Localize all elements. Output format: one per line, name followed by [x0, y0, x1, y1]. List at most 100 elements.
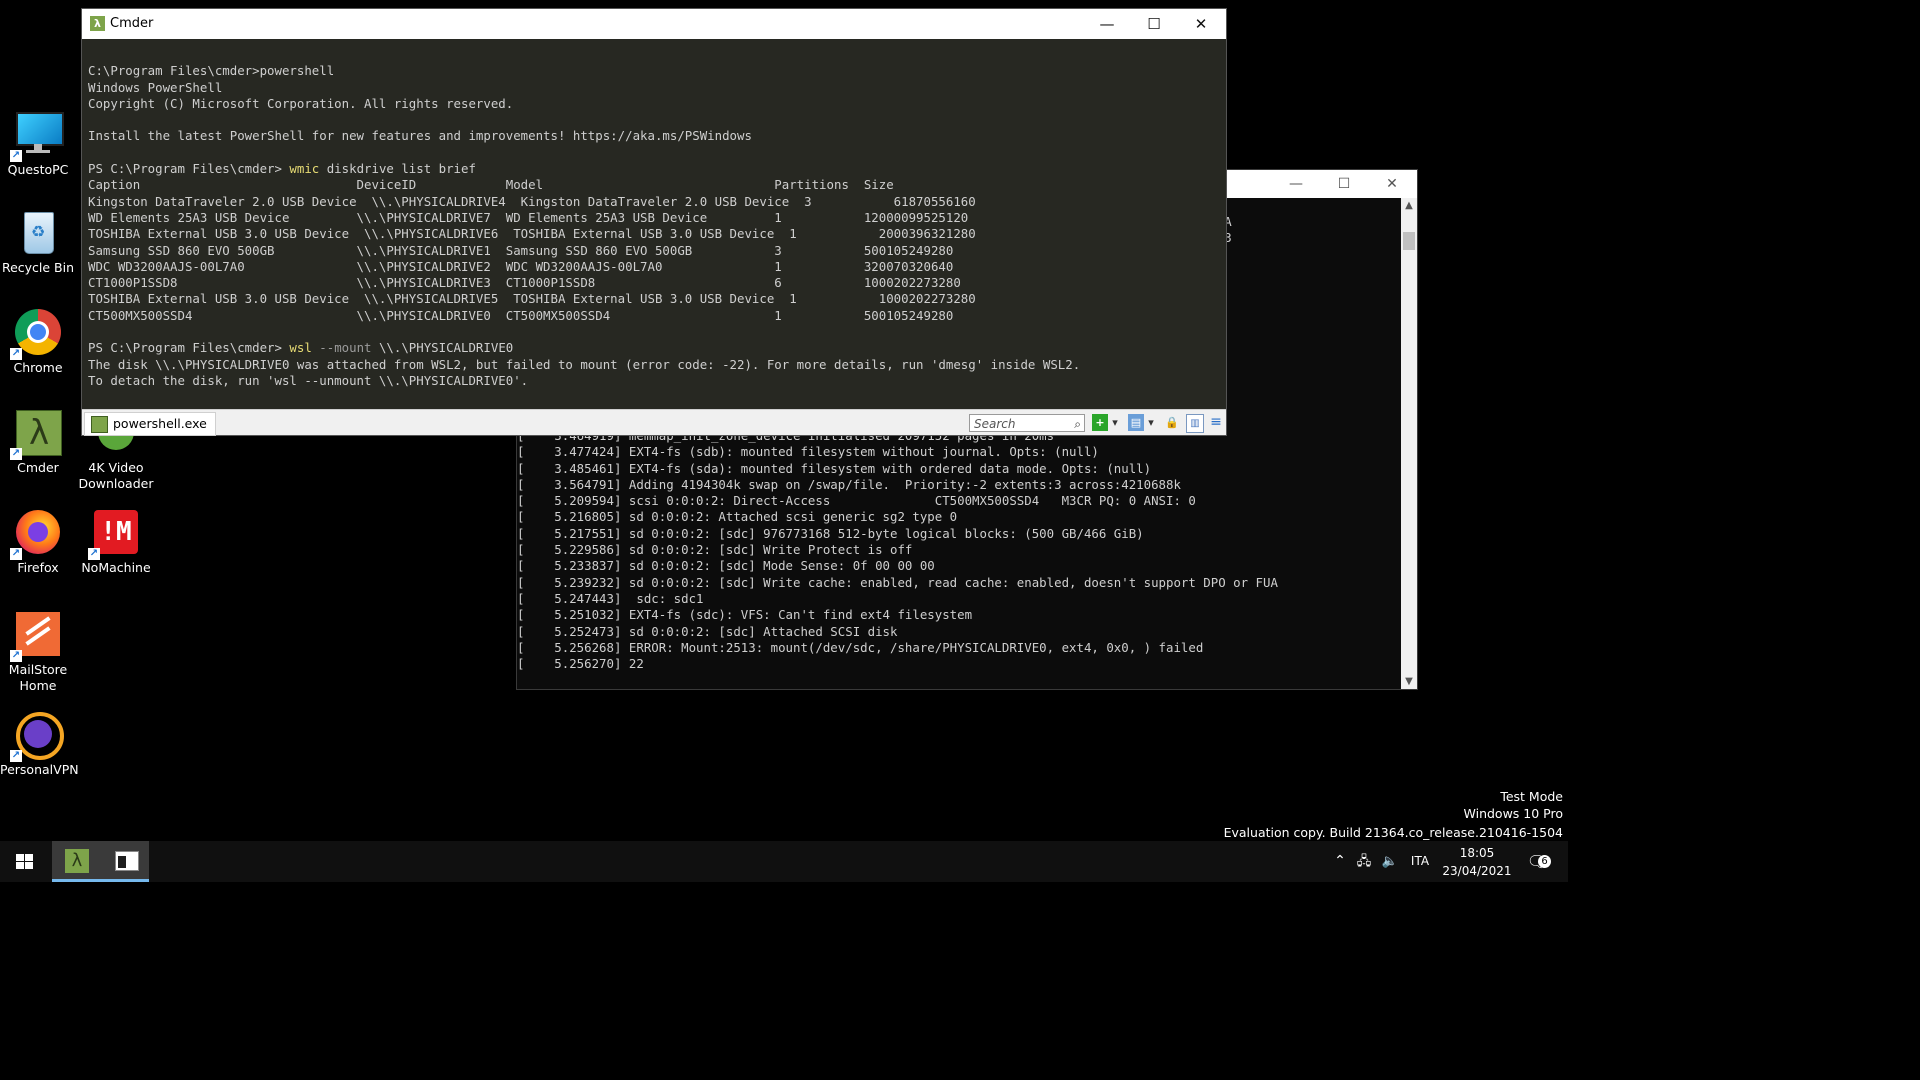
windows-edition-label: Windows 10 Pro: [1464, 806, 1563, 821]
dmesg-line: [ 3.477424] EXT4-fs (sdb): mounted files…: [517, 444, 1278, 460]
window-list-icon[interactable]: ▤: [1128, 414, 1144, 431]
desktop-icon-label: MailStore Home: [8, 662, 68, 694]
desktop-icon-label: PersonalVPN: [0, 762, 76, 778]
terminal-line: Windows PowerShell: [88, 80, 1226, 96]
scroll-down-arrow-icon[interactable]: ▼: [1401, 676, 1417, 687]
close-button[interactable]: ✕: [1178, 9, 1224, 39]
scrollbar-thumb[interactable]: [1403, 232, 1415, 250]
desktop-icon-label: 4K Video Downloader: [78, 460, 154, 492]
terminal-line: PS C:\Program Files\cmder>: [88, 389, 1226, 391]
close-button[interactable]: ✕: [1369, 170, 1415, 198]
terminal-output[interactable]: C:\Program Files\cmder>powershellWindows…: [88, 47, 1226, 391]
vpn-icon: ↗: [14, 710, 62, 758]
minimize-button[interactable]: —: [1084, 9, 1130, 39]
cmder-titlebar[interactable]: λ Cmder — ☐ ✕: [82, 9, 1226, 39]
desktop-icon-personalvpn[interactable]: ↗ PersonalVPN: [0, 710, 76, 778]
clock-date: 23/04/2021: [1440, 863, 1514, 879]
terminal-line: Caption DeviceID Model Partitions Size: [88, 177, 1226, 193]
terminal-line: Copyright (C) Microsoft Corporation. All…: [88, 96, 1226, 112]
cmder-icon: λ: [65, 849, 89, 873]
dmesg-line: [ 5.217551] sd 0:0:0:2: [sdc] 976773168 …: [517, 526, 1278, 542]
minimize-button[interactable]: —: [1273, 170, 1319, 198]
desktop-icon-label: Recycle Bin: [0, 260, 76, 276]
terminal-line: WD Elements 25A3 USB Device \\.\PHYSICAL…: [88, 210, 1226, 226]
tab-powershell[interactable]: powershell.exe: [84, 412, 216, 436]
recycle-bin-icon: ♻: [14, 208, 62, 256]
dmesg-line: [ 3.564791] Adding 4194304k swap on /swa…: [517, 477, 1278, 493]
terminal-line: Samsung SSD 860 EVO 500GB \\.\PHYSICALDR…: [88, 243, 1226, 259]
terminal-line: [88, 47, 1226, 63]
desktop-icon-label: QuestoPC: [0, 162, 76, 178]
window-list-dropdown-icon[interactable]: ▾: [1146, 414, 1156, 431]
dmesg-line: [ 5.247443] sdc: sdc1: [517, 591, 1278, 607]
terminal-line: [88, 145, 1226, 161]
nomachine-icon: !M ↗: [92, 508, 140, 556]
dmesg-line: [ 5.209594] scsi 0:0:0:2: Direct-Access …: [517, 493, 1278, 509]
desktop-icon-label: NoMachine: [78, 560, 154, 576]
search-icon[interactable]: ⌕: [1074, 415, 1081, 433]
search-placeholder: Search: [974, 417, 1016, 431]
cmder-app-icon: λ: [90, 16, 105, 31]
test-mode-label: Test Mode: [1500, 789, 1563, 804]
desktop-icon-nomachine[interactable]: !M ↗ NoMachine: [78, 508, 154, 576]
terminal-line: TOSHIBA External USB 3.0 USB Device \\.\…: [88, 226, 1226, 242]
desktop-icon-firefox[interactable]: ↗ Firefox: [0, 508, 76, 576]
desktop-icon-chrome[interactable]: ↗ Chrome: [0, 308, 76, 376]
maximize-button[interactable]: ☐: [1321, 170, 1367, 198]
taskbar-cmder-button[interactable]: λ: [52, 841, 102, 882]
scroll-up-arrow-icon[interactable]: ▲: [1401, 200, 1417, 211]
vertical-scrollbar[interactable]: ▲ ▼: [1401, 198, 1417, 689]
dmesg-line: [ 5.233837] sd 0:0:0:2: [sdc] Mode Sense…: [517, 558, 1278, 574]
terminal-line: The disk \\.\PHYSICALDRIVE0 was attached…: [88, 357, 1226, 373]
console-window-icon: [115, 851, 139, 871]
search-input[interactable]: Search ⌕: [969, 414, 1085, 432]
volume-icon[interactable]: 🔈: [1380, 841, 1400, 882]
dmesg-line: [ 3.485461] EXT4-fs (sda): mounted files…: [517, 461, 1278, 477]
terminal-line: TOSHIBA External USB 3.0 USB Device \\.\…: [88, 291, 1226, 307]
action-center-button[interactable]: 🗨 6: [1520, 841, 1554, 882]
menu-icon[interactable]: ≡: [1208, 414, 1224, 431]
dmesg-line: [ 5.252473] sd 0:0:0:2: [sdc] Attached S…: [517, 624, 1278, 640]
taskbar-console-button[interactable]: [102, 841, 149, 882]
desktop-icon-cmder[interactable]: λ ↗ Cmder: [0, 408, 76, 476]
desktop-icon-questopc[interactable]: ↗ QuestoPC: [0, 110, 76, 178]
clock[interactable]: 18:05 23/04/2021: [1440, 841, 1514, 882]
terminal-line: CT1000P1SSD8 \\.\PHYSICALDRIVE3 CT1000P1…: [88, 275, 1226, 291]
show-hidden-icons-chevron-icon[interactable]: ⌃: [1332, 841, 1348, 882]
terminal-line: CT500MX500SSD4 \\.\PHYSICALDRIVE0 CT500M…: [88, 308, 1226, 324]
dmesg-line: [ 5.256268] ERROR: Mount:2513: mount(/de…: [517, 640, 1278, 656]
cmder-icon: λ ↗: [14, 408, 62, 456]
desktop-icon-recycle-bin[interactable]: ♻ Recycle Bin: [0, 208, 76, 276]
chrome-icon: ↗: [14, 308, 62, 356]
powershell-tab-icon: [91, 416, 108, 433]
window-title: Cmder: [110, 16, 153, 31]
monitor-icon: ↗: [14, 110, 62, 158]
new-console-dropdown-icon[interactable]: ▾: [1110, 414, 1120, 431]
cmder-window[interactable]: λ Cmder — ☐ ✕ C:\Program Files\cmder>pow…: [82, 9, 1226, 435]
terminal-line: WDC WD3200AAJS-00L7A0 \\.\PHYSICALDRIVE2…: [88, 259, 1226, 275]
notification-count-badge: 6: [1538, 855, 1551, 868]
dmesg-line: [ 5.251032] EXT4-fs (sdc): VFS: Can't fi…: [517, 607, 1278, 623]
terminal-line: Kingston DataTraveler 2.0 USB Device \\.…: [88, 194, 1226, 210]
terminal-line: Install the latest PowerShell for new fe…: [88, 128, 1226, 144]
language-indicator[interactable]: ITA: [1406, 841, 1434, 882]
new-console-icon[interactable]: +: [1092, 414, 1108, 431]
build-info-label: Evaluation copy. Build 21364.co_release.…: [1224, 825, 1563, 840]
dmesg-output: [ 3.464919] memmap_init_zone_device init…: [517, 428, 1278, 672]
maximize-button[interactable]: ☐: [1131, 9, 1177, 39]
terminal-line: PS C:\Program Files\cmder> wsl --mount \…: [88, 340, 1226, 356]
lock-icon[interactable]: 🔒: [1164, 414, 1180, 431]
network-icon[interactable]: 🖧: [1354, 841, 1374, 882]
desktop-icon-label: Chrome: [0, 360, 76, 376]
terminal-line: To detach the disk, run 'wsl --unmount \…: [88, 373, 1226, 389]
dmesg-line: [ 5.229586] sd 0:0:0:2: [sdc] Write Prot…: [517, 542, 1278, 558]
cmder-tabbar: powershell.exe Search ⌕ + ▾ ▤ ▾ 🔒 ▥ ≡: [82, 409, 1226, 435]
terminal-line: PS C:\Program Files\cmder> wmic diskdriv…: [88, 161, 1226, 177]
start-button[interactable]: [0, 841, 50, 882]
terminal-line: [88, 112, 1226, 128]
split-view-icon[interactable]: ▥: [1186, 414, 1204, 433]
windows-logo-icon: [16, 854, 33, 870]
taskbar: λ ⌃ 🖧 🔈 ITA 18:05 23/04/2021 🗨 6: [0, 841, 1568, 882]
dmesg-line: [ 5.256270] 22: [517, 656, 1278, 672]
desktop-icon-mailstore[interactable]: ↗ MailStore Home: [0, 610, 76, 694]
